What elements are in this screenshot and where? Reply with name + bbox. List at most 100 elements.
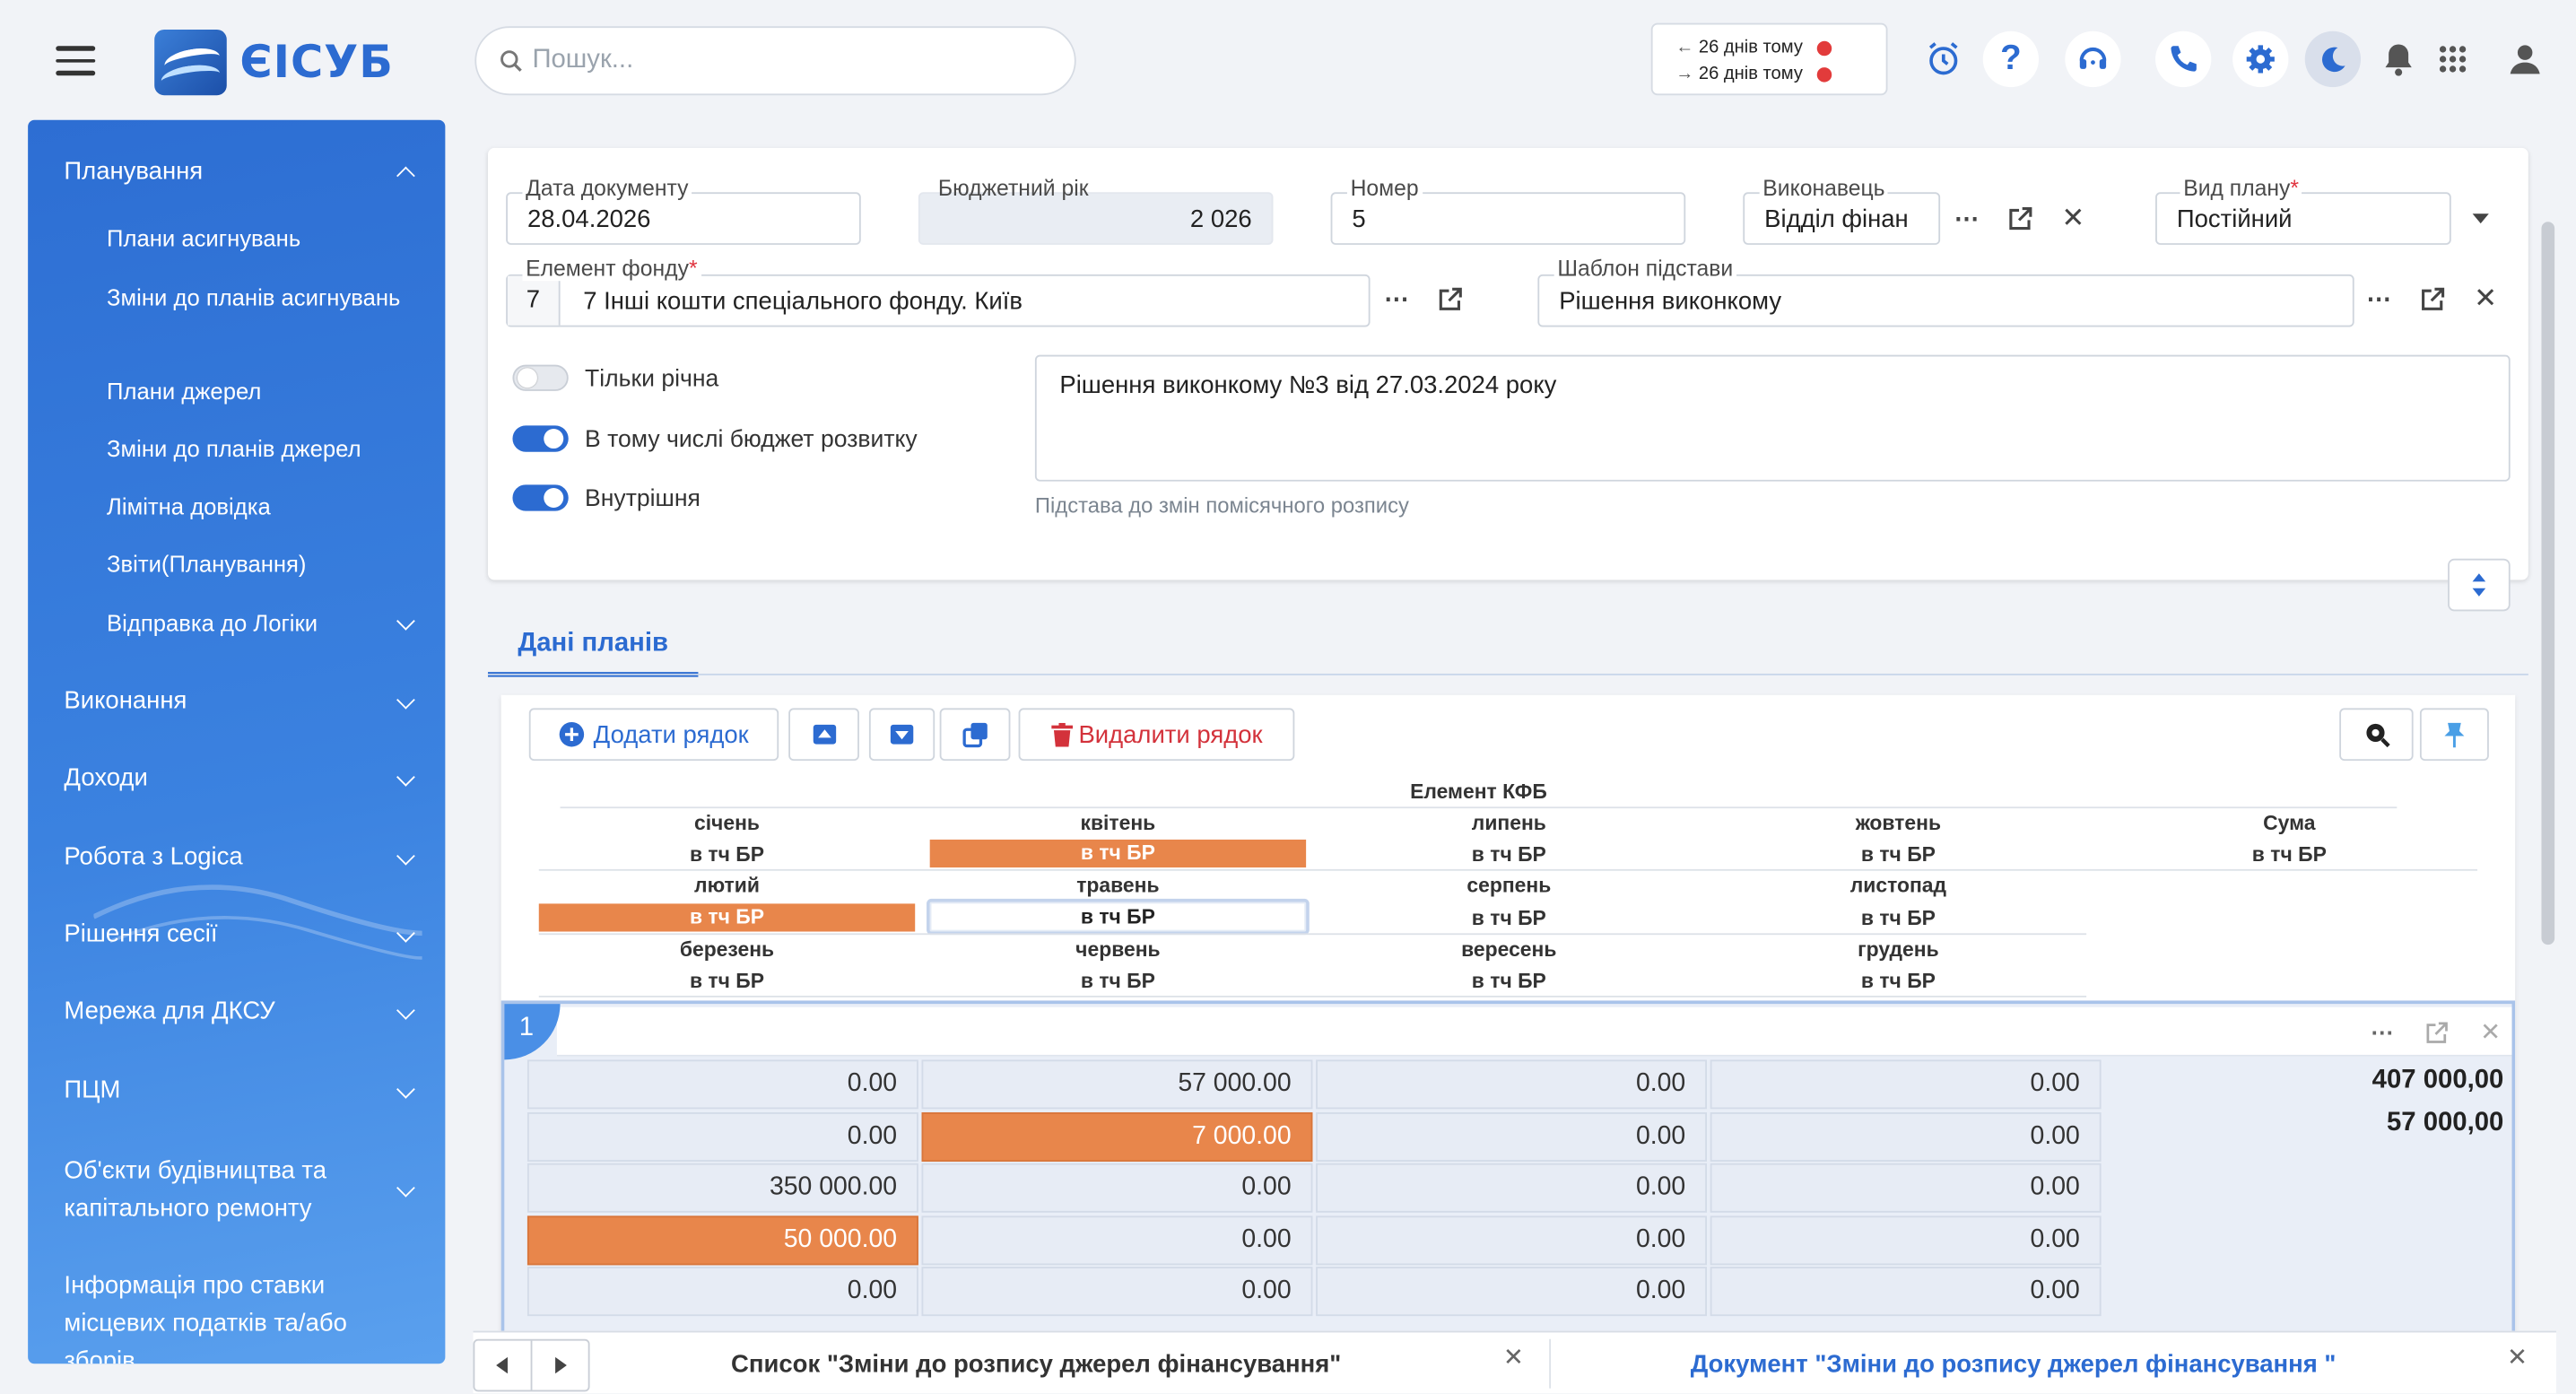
session-dates[interactable]: ← 26 днів тому → 26 днів тому (1650, 22, 1888, 96)
template-field[interactable]: Рішення виконкому (1537, 274, 2354, 327)
chevron-up-icon[interactable] (396, 166, 415, 186)
open-external-icon[interactable] (1999, 197, 2042, 240)
sidebar-item-source-plans[interactable]: Плани джерел (107, 375, 261, 409)
header-may-br[interactable]: в тч БР (927, 898, 1310, 936)
template-label: Шаблон підстави (1553, 256, 1736, 282)
delete-row-button[interactable]: Видалити рядок (1018, 708, 1295, 762)
pin-button[interactable] (2419, 708, 2489, 762)
header-nov-br: в тч БР (1860, 907, 1936, 930)
chevron-down-icon[interactable] (396, 690, 415, 710)
cell-sep[interactable]: 0.00 (1316, 1267, 1708, 1317)
sidebar-section-execution[interactable]: Виконання (64, 687, 187, 715)
cell-may[interactable]: 0.00 (921, 1163, 1313, 1213)
cell-jul[interactable]: 0.00 (1316, 1059, 1708, 1110)
clear-icon[interactable]: ✕ (2052, 197, 2095, 240)
cell-oct[interactable]: 0.00 (1710, 1059, 2102, 1110)
bell-icon[interactable] (2371, 31, 2426, 87)
sidebar-section-income[interactable]: Доходи (64, 764, 147, 792)
toggle-annual-only[interactable] (512, 364, 569, 391)
more-icon[interactable]: ⋯ (2357, 278, 2400, 321)
header-apr-br[interactable]: в тч БР (929, 839, 1307, 868)
cell-nov[interactable]: 0.00 (1710, 1163, 2102, 1213)
more-icon[interactable]: ⋯ (1945, 197, 1989, 240)
cell-oct-br[interactable]: 0.00 (1710, 1111, 2102, 1162)
open-external-icon[interactable] (1429, 278, 1472, 321)
moon-icon[interactable] (2304, 30, 2362, 88)
chevron-down-icon[interactable] (396, 1178, 415, 1198)
chevron-down-icon[interactable] (396, 767, 415, 787)
doc-date-label: Дата документу (522, 175, 692, 201)
cell-jan-br[interactable]: 0.00 (527, 1111, 918, 1162)
sidebar-item-allocation-changes[interactable]: Зміни до планів асигнувань (107, 281, 403, 315)
next-tab-button[interactable] (532, 1341, 587, 1390)
tab-plan-data[interactable]: Дані планів (487, 618, 699, 677)
search-grid-button[interactable] (2339, 708, 2414, 762)
sidebar-item-logica-send[interactable]: Відправка до Логіки (107, 606, 318, 640)
header-feb-br[interactable]: в тч БР (538, 903, 916, 932)
settings-icon[interactable] (2232, 30, 2289, 88)
table-row[interactable]: 1 ⋯ ✕ 0.00 57 000.00 0.00 0.00 0.00 7 00… (500, 1000, 2516, 1353)
expand-collapse-button[interactable] (2448, 558, 2511, 612)
scrollbar[interactable] (2541, 222, 2555, 945)
phone-icon[interactable] (2155, 30, 2212, 88)
copy-row-button[interactable] (939, 708, 1011, 762)
open-external-icon[interactable] (2415, 1010, 2458, 1053)
cell-jun[interactable]: 0.00 (921, 1267, 1313, 1317)
chevron-down-icon[interactable] (396, 1001, 415, 1020)
sidebar-section-planning[interactable]: Планування (64, 158, 203, 186)
cell-nov-br[interactable]: 0.00 (1710, 1215, 2102, 1266)
cell-mar[interactable]: 0.00 (527, 1267, 918, 1317)
basis-textarea[interactable]: Рішення виконкому №3 від 27.03.2024 року (1034, 354, 2511, 482)
more-icon[interactable]: ⋯ (2361, 1010, 2404, 1053)
sidebar-item-source-changes[interactable]: Зміни до планів джерел (107, 432, 361, 466)
cell-apr-br[interactable]: 7 000.00 (921, 1111, 1313, 1162)
alarm-icon[interactable] (1916, 31, 1971, 87)
open-external-icon[interactable] (2412, 278, 2455, 321)
fund-field[interactable]: 7 7 Інші кошти спеціального фонду. Київ (506, 274, 1371, 327)
help-icon[interactable]: ? (1982, 30, 2040, 88)
sidebar-item-limit-reference[interactable]: Лімітна довідка (107, 490, 271, 524)
close-icon[interactable]: ✕ (2507, 1342, 2528, 1372)
sidebar-item-reports[interactable]: Звіти(Планування) (107, 547, 306, 581)
cell-aug[interactable]: 0.00 (1316, 1163, 1708, 1213)
move-up-button[interactable] (788, 708, 859, 762)
move-down-button[interactable] (868, 708, 936, 762)
tab-list[interactable]: Список "Зміни до розпису джерел фінансув… (731, 1351, 1341, 1379)
menu-icon[interactable] (56, 46, 96, 75)
prev-tab-button[interactable] (474, 1340, 533, 1390)
toggle-internal[interactable] (512, 484, 569, 511)
sidebar-section-tax-rates[interactable]: Інформація про ставки місцевих податків … (64, 1267, 417, 1364)
apps-icon[interactable] (2424, 31, 2480, 87)
close-icon[interactable]: ✕ (1503, 1342, 1524, 1372)
support-icon[interactable] (2065, 30, 2121, 88)
cell-jan[interactable]: 0.00 (527, 1059, 918, 1110)
logo[interactable]: ЄІСУБ (154, 29, 394, 96)
tab-document[interactable]: Документ "Зміни до розпису джерел фінанс… (1691, 1351, 2337, 1379)
chevron-down-icon[interactable] (396, 846, 415, 866)
toggle-dev-budget[interactable] (512, 425, 569, 452)
clear-icon[interactable]: ✕ (2469, 1010, 2512, 1053)
sidebar-section-dksu[interactable]: Мережа для ДКСУ (64, 998, 274, 1025)
search-input[interactable] (532, 46, 1025, 76)
header-aug-br: в тч БР (1471, 907, 1546, 930)
sidebar-section-construction[interactable]: Об'єкти будівництва та капітального ремо… (64, 1152, 384, 1227)
cell-dec[interactable]: 0.00 (1710, 1267, 2102, 1317)
sidebar-section-logica[interactable]: Робота з Logica (64, 843, 242, 871)
search-box[interactable] (474, 26, 1076, 96)
cell-feb-br[interactable]: 50 000.00 (527, 1215, 918, 1266)
cell-aug-br[interactable]: 0.00 (1316, 1215, 1708, 1266)
more-icon[interactable]: ⋯ (1375, 278, 1418, 321)
add-row-button[interactable]: Додати рядок (528, 708, 779, 762)
user-icon[interactable] (2497, 31, 2553, 87)
sidebar-item-allocation-plans[interactable]: Плани асигнувань (107, 222, 300, 256)
chevron-down-icon[interactable] (396, 1079, 415, 1099)
sidebar-section-pcm[interactable]: ПЦМ (64, 1076, 120, 1104)
cell-apr[interactable]: 57 000.00 (921, 1059, 1313, 1110)
chevron-down-icon[interactable] (2459, 197, 2502, 240)
cell-jul-br[interactable]: 0.00 (1316, 1111, 1708, 1162)
cell-may-br[interactable]: 0.00 (921, 1215, 1313, 1266)
sidebar-section-session[interactable]: Рішення сесії (64, 920, 217, 948)
cell-feb[interactable]: 350 000.00 (527, 1163, 918, 1213)
chevron-down-icon[interactable] (396, 611, 415, 631)
clear-icon[interactable]: ✕ (2464, 278, 2507, 321)
